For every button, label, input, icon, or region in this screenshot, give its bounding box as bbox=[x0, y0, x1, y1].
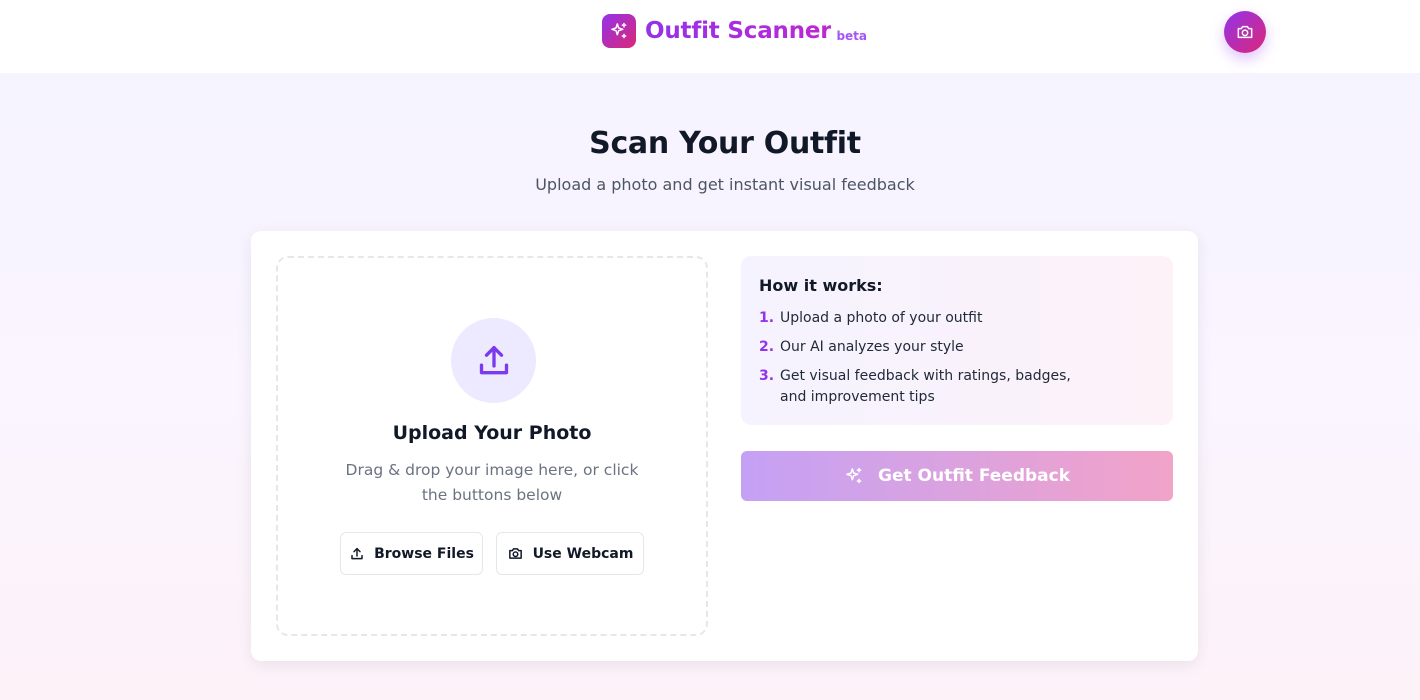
app-header: Outfit Scanner beta bbox=[0, 0, 1420, 73]
upload-title: Upload Your Photo bbox=[392, 422, 592, 444]
brand[interactable]: Outfit Scanner beta bbox=[602, 14, 867, 48]
step-number: 2. bbox=[759, 339, 775, 355]
upload-icon bbox=[451, 318, 536, 403]
step-text: Upload a photo of your outfit bbox=[780, 310, 983, 326]
upload-dropzone[interactable]: Upload Your Photo Drag & drop your image… bbox=[276, 256, 708, 636]
how-it-works-steps: 1. Upload a photo of your outfit 2. Our … bbox=[759, 308, 1159, 416]
browse-files-button[interactable]: Browse Files bbox=[340, 532, 483, 575]
app-name: Outfit Scanner bbox=[645, 14, 832, 48]
list-item: 1. Upload a photo of your outfit bbox=[759, 308, 1159, 329]
sparkles-icon bbox=[846, 467, 862, 484]
list-item: 2. Our AI analyzes your style bbox=[759, 337, 1159, 358]
browse-files-label: Browse Files bbox=[374, 545, 474, 562]
use-webcam-label: Use Webcam bbox=[532, 545, 634, 562]
how-it-works-title: How it works: bbox=[759, 276, 883, 295]
camera-button[interactable] bbox=[1224, 11, 1266, 53]
list-item: 3. Get visual feedback with ratings, bad… bbox=[759, 366, 1159, 408]
page-title: Scan Your Outfit bbox=[589, 126, 861, 161]
beta-badge: beta bbox=[836, 29, 867, 43]
step-text: Get visual feedback with ratings, badges… bbox=[780, 368, 1071, 405]
step-number: 1. bbox=[759, 310, 775, 326]
camera-icon bbox=[1237, 25, 1253, 39]
get-outfit-feedback-button[interactable]: Get Outfit Feedback bbox=[741, 451, 1173, 501]
upload-description: Drag & drop your image here, or click th… bbox=[345, 461, 639, 504]
sparkles-icon bbox=[602, 14, 636, 48]
how-it-works-panel: How it works: 1. Upload a photo of your … bbox=[741, 256, 1173, 425]
camera-icon bbox=[508, 548, 522, 559]
get-outfit-feedback-label: Get Outfit Feedback bbox=[877, 466, 1071, 486]
page-subtitle: Upload a photo and get instant visual fe… bbox=[535, 175, 915, 194]
use-webcam-button[interactable]: Use Webcam bbox=[496, 532, 644, 575]
upload-small-icon bbox=[351, 547, 363, 559]
step-text: Our AI analyzes your style bbox=[780, 339, 964, 355]
scanner-card: Upload Your Photo Drag & drop your image… bbox=[251, 231, 1198, 661]
step-number: 3. bbox=[759, 368, 775, 384]
